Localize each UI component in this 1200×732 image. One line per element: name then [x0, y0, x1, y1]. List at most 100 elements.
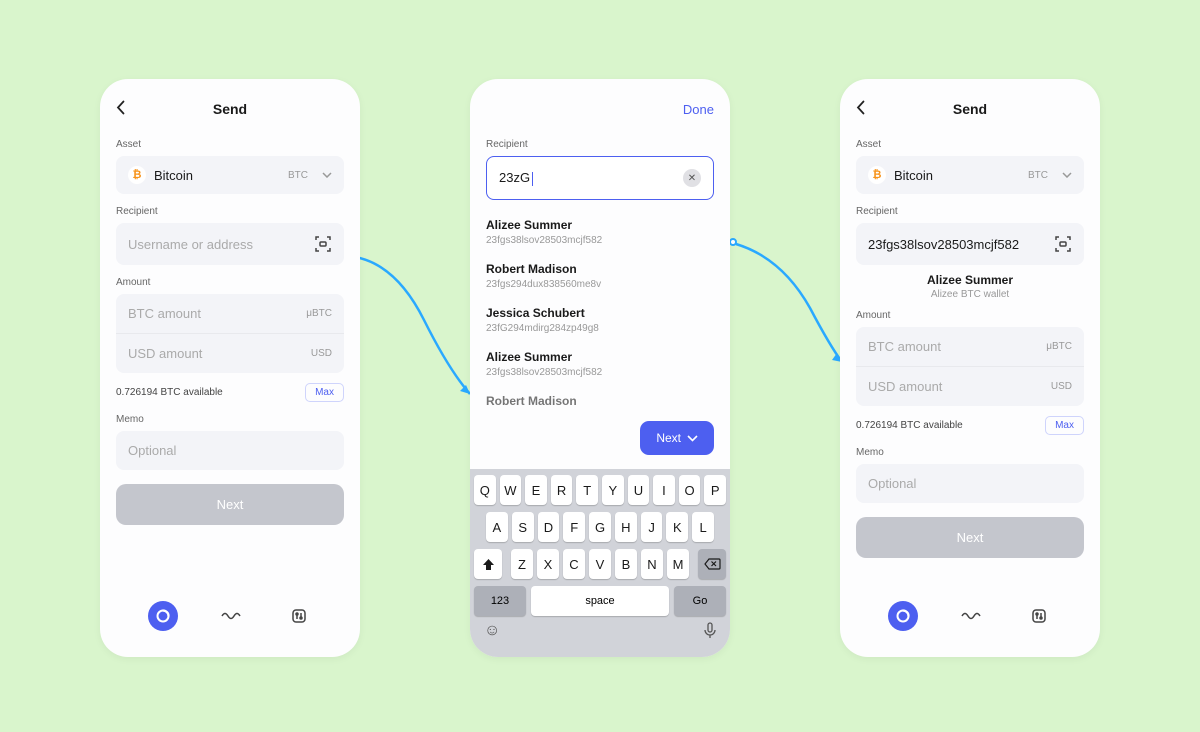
available-row: 0.726194 BTC available Max: [856, 416, 1084, 435]
contact-item[interactable]: Alizee Summer 23fgs38lsov28503mcjf582: [486, 342, 714, 386]
key-i[interactable]: I: [653, 475, 675, 505]
memo-input[interactable]: Optional: [116, 431, 344, 470]
tab-settings-icon[interactable]: [286, 603, 312, 629]
memo-input[interactable]: Optional: [856, 464, 1084, 503]
page-title: Send: [953, 101, 987, 117]
bitcoin-icon: ₿: [868, 166, 886, 184]
asset-label: Asset: [856, 139, 1084, 150]
key-q[interactable]: Q: [474, 475, 496, 505]
key-v[interactable]: V: [589, 549, 611, 579]
key-j[interactable]: J: [641, 512, 663, 542]
page-title: Send: [213, 101, 247, 117]
recipient-input[interactable]: Username or address: [116, 223, 344, 265]
max-button[interactable]: Max: [305, 383, 344, 402]
memo-label: Memo: [116, 414, 344, 425]
recipient-placeholder: Username or address: [128, 237, 314, 252]
key-w[interactable]: W: [500, 475, 522, 505]
contact-item[interactable]: Robert Madison: [486, 386, 714, 416]
contact-item[interactable]: Alizee Summer 23fgs38lsov28503mcjf582: [486, 210, 714, 254]
clear-icon[interactable]: ✕: [683, 169, 701, 187]
recipient-name: Alizee Summer: [856, 273, 1084, 287]
go-key[interactable]: Go: [674, 586, 726, 616]
asset-selector[interactable]: ₿ Bitcoin BTC: [116, 156, 344, 194]
btc-amount-input[interactable]: BTC amount μBTC: [856, 327, 1084, 367]
next-button[interactable]: Next: [640, 421, 714, 455]
available-balance: 0.726194 BTC available: [856, 420, 963, 431]
key-x[interactable]: X: [537, 549, 559, 579]
available-balance: 0.726194 BTC available: [116, 387, 223, 398]
bitcoin-icon: ₿: [128, 166, 146, 184]
qr-scan-icon[interactable]: [1054, 235, 1072, 253]
recipient-input[interactable]: 23fgs38lsov28503mcjf582: [856, 223, 1084, 265]
tab-home-icon[interactable]: [888, 601, 918, 631]
key-l[interactable]: L: [692, 512, 714, 542]
tab-bar: [116, 593, 344, 639]
key-p[interactable]: P: [704, 475, 726, 505]
key-n[interactable]: N: [641, 549, 663, 579]
numbers-key[interactable]: 123: [474, 586, 526, 616]
usd-amount-input[interactable]: USD amount USD: [116, 334, 344, 373]
max-button[interactable]: Max: [1045, 416, 1084, 435]
screen-send-filled: Send Asset ₿ Bitcoin BTC Recipient 23fgs…: [840, 79, 1100, 657]
key-e[interactable]: E: [525, 475, 547, 505]
chevron-down-icon: [322, 169, 332, 181]
emoji-icon[interactable]: ☺: [484, 622, 500, 644]
next-button[interactable]: Next: [116, 484, 344, 525]
key-d[interactable]: D: [538, 512, 560, 542]
btc-amount-input[interactable]: BTC amount μBTC: [116, 294, 344, 334]
header: Done: [486, 97, 714, 121]
key-a[interactable]: A: [486, 512, 508, 542]
back-icon[interactable]: [116, 99, 125, 120]
chevron-down-icon: [1062, 169, 1072, 181]
amount-label: Amount: [116, 277, 344, 288]
tab-settings-icon[interactable]: [1026, 603, 1052, 629]
asset-label: Asset: [116, 139, 344, 150]
key-s[interactable]: S: [512, 512, 534, 542]
key-r[interactable]: R: [551, 475, 573, 505]
tab-home-icon[interactable]: [148, 601, 178, 631]
screen-send-initial: Send Asset ₿ Bitcoin BTC Recipient Usern…: [100, 79, 360, 657]
key-g[interactable]: G: [589, 512, 611, 542]
amount-label: Amount: [856, 310, 1084, 321]
shift-key[interactable]: [474, 549, 502, 579]
key-o[interactable]: O: [679, 475, 701, 505]
key-y[interactable]: Y: [602, 475, 624, 505]
key-m[interactable]: M: [667, 549, 689, 579]
key-u[interactable]: U: [628, 475, 650, 505]
next-button[interactable]: Next: [856, 517, 1084, 558]
asset-name: Bitcoin: [154, 168, 280, 183]
done-button[interactable]: Done: [683, 102, 714, 117]
key-c[interactable]: C: [563, 549, 585, 579]
amount-inputs: BTC amount μBTC USD amount USD: [856, 327, 1084, 406]
screen-recipient-search: Done Recipient 23zG ✕ Alizee Summer 23fg…: [470, 79, 730, 657]
search-value: 23zG: [499, 170, 683, 186]
key-b[interactable]: B: [615, 549, 637, 579]
key-t[interactable]: T: [576, 475, 598, 505]
key-k[interactable]: K: [666, 512, 688, 542]
key-z[interactable]: Z: [511, 549, 533, 579]
usd-amount-input[interactable]: USD amount USD: [856, 367, 1084, 406]
qr-scan-icon[interactable]: [314, 235, 332, 253]
asset-name: Bitcoin: [894, 168, 1020, 183]
tab-activity-icon[interactable]: [219, 603, 245, 629]
tab-activity-icon[interactable]: [959, 603, 985, 629]
backspace-key[interactable]: [698, 549, 726, 579]
amount-inputs: BTC amount μBTC USD amount USD: [116, 294, 344, 373]
mic-icon[interactable]: [704, 622, 716, 644]
contact-item[interactable]: Jessica Schubert 23fG294mdirg284zp49g8: [486, 298, 714, 342]
memo-label: Memo: [856, 447, 1084, 458]
chevron-down-icon: [687, 435, 698, 442]
header: Send: [856, 97, 1084, 121]
asset-ticker: BTC: [288, 170, 308, 181]
recipient-label: Recipient: [486, 139, 714, 150]
key-h[interactable]: H: [615, 512, 637, 542]
asset-ticker: BTC: [1028, 170, 1048, 181]
recipient-search-input[interactable]: 23zG ✕: [486, 156, 714, 200]
asset-selector[interactable]: ₿ Bitcoin BTC: [856, 156, 1084, 194]
back-icon[interactable]: [856, 99, 865, 120]
recipient-wallet: Alizee BTC wallet: [856, 289, 1084, 300]
space-key[interactable]: space: [531, 586, 669, 616]
key-f[interactable]: F: [563, 512, 585, 542]
contact-item[interactable]: Robert Madison 23fgs294dux838560me8v: [486, 254, 714, 298]
recipient-label: Recipient: [116, 206, 344, 217]
